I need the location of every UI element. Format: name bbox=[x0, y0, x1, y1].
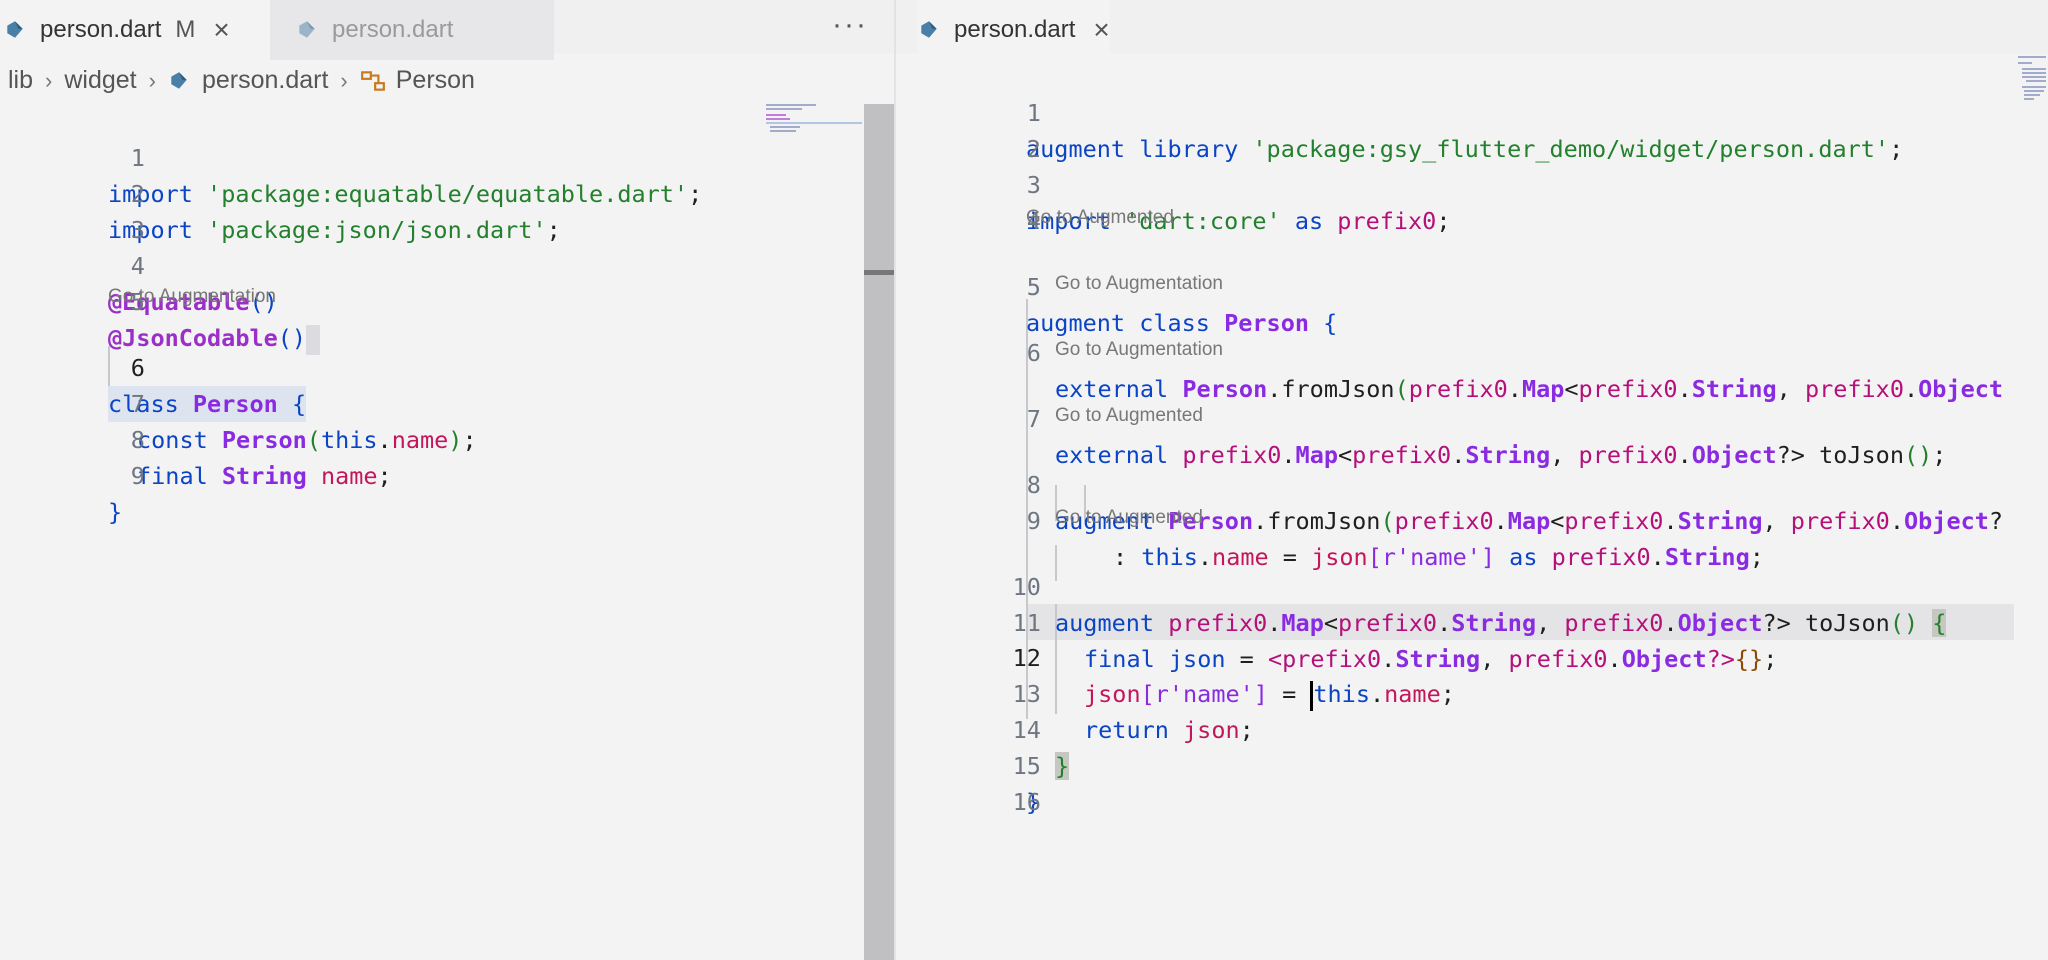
breadcrumb: lib › widget › person.dart › Person bbox=[8, 66, 475, 95]
code-line: 8 final String name; bbox=[130, 426, 392, 490]
dart-file-icon bbox=[921, 21, 937, 38]
code-line: 4 @Equatable() bbox=[108, 252, 278, 316]
go-to-augmentation-link[interactable]: Go to Augmentation bbox=[1055, 339, 1223, 361]
code-line: 2 bbox=[1026, 135, 1041, 163]
code-line: 2 import 'package:json/json.dart'; bbox=[108, 180, 561, 244]
scrollbar-thumb[interactable] bbox=[864, 270, 894, 275]
left-editor-pane: person.dart M × person.dart ··· lib › wi… bbox=[0, 0, 894, 960]
code-line: 6 class Person { bbox=[0, 314, 756, 422]
tab-label: person.dart bbox=[40, 16, 162, 43]
tab-label: person.dart bbox=[954, 16, 1076, 43]
right-tab-bar: person.dart × bbox=[896, 0, 2048, 60]
code-line: 4 bbox=[1026, 207, 1041, 235]
code-line: 6 external Person.fromJson(prefix0.Map<p… bbox=[1026, 339, 2004, 403]
chevron-right-icon: › bbox=[45, 67, 53, 93]
code-line: 7 const Person(this.name); bbox=[130, 390, 477, 454]
code-line: 15 } bbox=[1012, 752, 1041, 816]
code-line: 3 import 'dart:core' as prefix0; bbox=[1026, 171, 1451, 235]
code-line: 5 augment class Person { bbox=[1026, 273, 1338, 337]
class-symbol-icon bbox=[360, 70, 385, 91]
chevron-right-icon: › bbox=[148, 67, 156, 93]
modified-indicator: M bbox=[175, 16, 196, 43]
tab-label: person.dart bbox=[332, 16, 454, 43]
dart-file-icon bbox=[171, 71, 187, 89]
breadcrumb-item-file[interactable]: person.dart bbox=[202, 66, 328, 95]
code-line: 14 } bbox=[1012, 716, 1070, 780]
breadcrumb-item-lib[interactable]: lib bbox=[8, 66, 33, 95]
tab-person-dart-active[interactable]: person.dart × bbox=[918, 0, 1110, 60]
go-to-augmented-link[interactable]: Go to Augmented bbox=[1026, 207, 1174, 229]
code-line: 9 } bbox=[108, 462, 145, 526]
dart-file-icon bbox=[7, 21, 23, 38]
right-code-editor[interactable]: 1 augment library 'package:gsy_flutter_d… bbox=[896, 59, 2014, 960]
code-line: 16 bbox=[1012, 788, 1041, 816]
left-code-editor[interactable]: 1 import 'package:equatable/equatable.da… bbox=[0, 104, 756, 960]
code-line: 9 : this.name = json[r'name'] as prefix0… bbox=[1026, 507, 1764, 571]
code-line: 1 import 'package:equatable/equatable.da… bbox=[108, 144, 703, 208]
tab-person-dart[interactable]: person.dart bbox=[270, 0, 554, 60]
minimap[interactable] bbox=[2016, 52, 2048, 132]
chevron-right-icon: › bbox=[340, 67, 348, 93]
left-tab-bar: person.dart M × person.dart ··· bbox=[0, 0, 894, 60]
code-line: 1 augment library 'package:gsy_flutter_d… bbox=[1026, 99, 1904, 163]
code-line: 5 @JsonCodable() bbox=[0, 248, 756, 355]
close-icon[interactable]: × bbox=[1093, 16, 1109, 44]
vertical-scrollbar[interactable] bbox=[864, 104, 894, 960]
code-line: 3 bbox=[130, 216, 145, 244]
breadcrumb-item-class[interactable]: Person bbox=[396, 66, 475, 95]
more-actions-icon[interactable]: ··· bbox=[832, 8, 868, 42]
go-to-augmented-link[interactable]: Go to Augmented bbox=[1055, 507, 1203, 529]
code-line: 8 augment Person.fromJson(prefix0.Map<pr… bbox=[1026, 471, 2004, 535]
minimap[interactable] bbox=[758, 100, 864, 960]
code-line: 7 external prefix0.Map<prefix0.String, p… bbox=[1026, 405, 1947, 469]
code-line-current: 12 json[r'name'] = this.name; bbox=[896, 604, 2014, 711]
code-line: 11 final json = <prefix0.String, prefix0… bbox=[1012, 609, 1778, 673]
code-line: 13 return json; bbox=[1012, 680, 1254, 744]
tab-person-dart-active[interactable]: person.dart M × bbox=[0, 0, 274, 60]
right-editor-pane: person.dart × 1 augment library 'package… bbox=[896, 0, 2048, 960]
go-to-augmented-link[interactable]: Go to Augmented bbox=[1055, 405, 1203, 427]
close-icon[interactable]: × bbox=[213, 16, 229, 44]
dart-file-icon bbox=[299, 21, 315, 38]
code-line: 10 augment prefix0.Map<prefix0.String, p… bbox=[1012, 573, 1947, 637]
go-to-augmentation-link[interactable]: Go to Augmentation bbox=[1055, 273, 1223, 295]
go-to-augmentation-link[interactable]: Go to Augmentation bbox=[108, 286, 276, 308]
breadcrumb-item-widget[interactable]: widget bbox=[64, 66, 136, 95]
